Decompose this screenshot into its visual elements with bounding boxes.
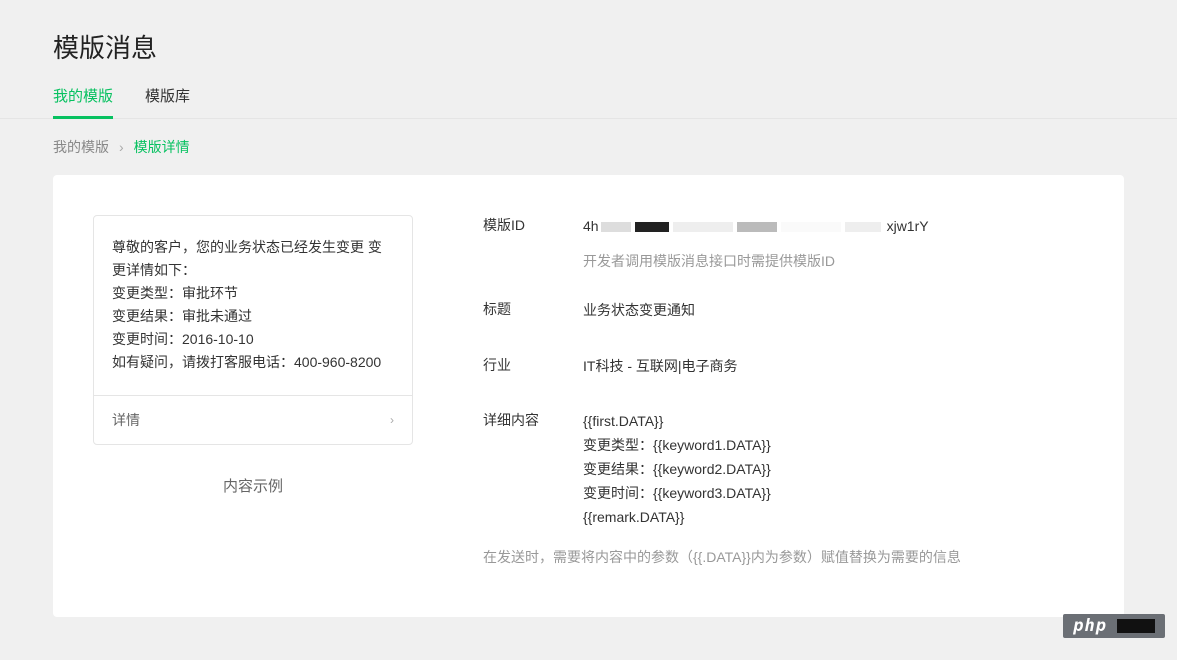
chevron-right-icon: › [119,139,124,155]
chevron-right-icon: › [390,413,394,427]
preview-line: 尊敬的客户，您的业务状态已经发生变更 变更详情如下： [112,236,394,282]
preview-body: 尊敬的客户，您的业务状态已经发生变更 变更详情如下： 变更类型：审批环节 变更结… [94,216,412,395]
page-title: 模版消息 [0,0,1177,85]
send-note: 在发送时，需要将内容中的参数（{{.DATA}}内为参数）赋值替换为需要的信息 [483,547,1084,567]
preview-line: 变更类型：审批环节 [112,282,394,305]
details-column: 模版ID 4h xjw1rY 开发者调用模版消息接口时需提供模版ID 标题 业务… [453,215,1084,567]
redacted-segment [601,219,885,235]
preview-detail-button[interactable]: 详情 › [94,395,412,444]
template-id-label: 模版ID [483,215,583,235]
template-id-hint: 开发者调用模版消息接口时需提供模版ID [583,251,1084,271]
field-content: 详细内容 {{first.DATA}} 变更类型：{{keyword1.DATA… [483,410,1084,529]
watermark-text: php [1073,616,1107,636]
id-suffix: xjw1rY [887,215,929,239]
title-label: 标题 [483,299,583,319]
template-id-value: 4h xjw1rY [583,215,929,239]
tabs: 我的模版 模版库 [0,85,1177,119]
content-card: 尊敬的客户，您的业务状态已经发生变更 变更详情如下： 变更类型：审批环节 变更结… [53,175,1124,617]
id-prefix: 4h [583,215,599,239]
preview-line: 变更结果：审批未通过 [112,305,394,328]
detail-label: 详情 [112,410,140,430]
field-template-id: 模版ID 4h xjw1rY [483,215,1084,239]
title-value: 业务状态变更通知 [583,299,695,323]
content-line: 变更结果：{{keyword2.DATA}} [583,458,771,482]
watermark-block [1117,619,1155,633]
preview-box: 尊敬的客户，您的业务状态已经发生变更 变更详情如下： 变更类型：审批环节 变更结… [93,215,413,445]
breadcrumb-prev[interactable]: 我的模版 [53,137,109,157]
field-industry: 行业 IT科技 - 互联网|电子商务 [483,355,1084,379]
breadcrumb-current: 模版详情 [134,137,190,157]
example-label: 内容示例 [93,475,413,496]
tab-template-library[interactable]: 模版库 [145,85,190,118]
content-line: {{remark.DATA}} [583,506,771,530]
preview-line: 如有疑问，请拨打客服电话：400-960-8200 [112,351,394,374]
content-line: 变更时间：{{keyword3.DATA}} [583,482,771,506]
industry-label: 行业 [483,355,583,375]
content-value: {{first.DATA}} 变更类型：{{keyword1.DATA}} 变更… [583,410,771,529]
watermark-badge: php [1063,614,1165,638]
preview-line: 变更时间：2016-10-10 [112,328,394,351]
industry-value: IT科技 - 互联网|电子商务 [583,355,738,379]
tab-my-templates[interactable]: 我的模版 [53,85,113,118]
breadcrumb: 我的模版 › 模版详情 [0,119,1177,175]
preview-column: 尊敬的客户，您的业务状态已经发生变更 变更详情如下： 变更类型：审批环节 变更结… [93,215,453,567]
content-label: 详细内容 [483,410,583,430]
field-title: 标题 业务状态变更通知 [483,299,1084,323]
content-line: 变更类型：{{keyword1.DATA}} [583,434,771,458]
content-line: {{first.DATA}} [583,410,771,434]
